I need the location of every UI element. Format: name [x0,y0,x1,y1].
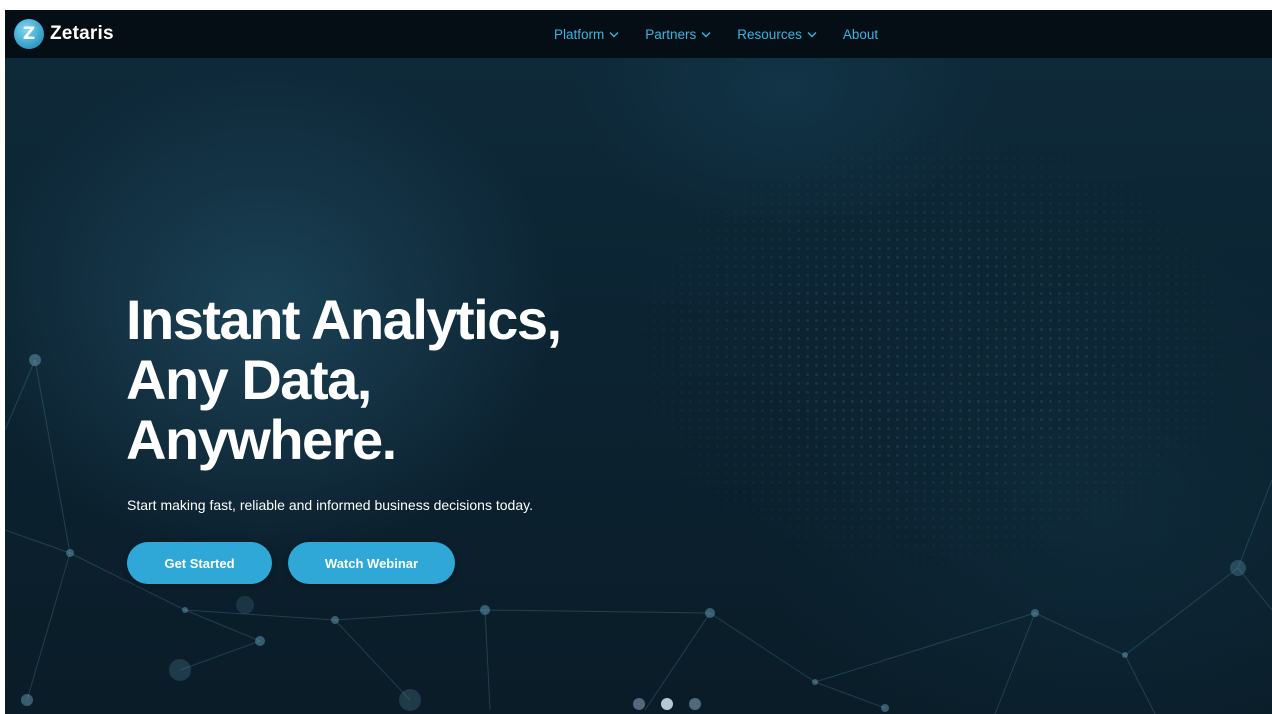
carousel-dot-1[interactable] [633,698,645,710]
chevron-down-icon [807,31,817,37]
get-started-button[interactable]: Get Started [127,542,272,584]
watch-webinar-button[interactable]: Watch Webinar [288,542,455,584]
nav-item-platform[interactable]: Platform [554,27,619,42]
nav-item-label: About [842,26,879,42]
hero-subtitle: Start making fast, reliable and informed… [127,497,533,513]
carousel-dot-3[interactable] [689,698,701,710]
nav-item-label: Resources [737,26,802,42]
nav-item-label: Partners [645,26,697,42]
headline-line-1: Instant Analytics, [126,288,562,351]
headline-line-3: Anywhere. [126,408,397,471]
headline-line-2: Any Data, [126,348,372,411]
nav-item-about[interactable]: About [843,27,878,42]
hero-headline: Instant Analytics, Any Data, Anywhere. [126,288,562,471]
nav-item-resources[interactable]: Resources [737,27,817,42]
top-navbar: Z Zetaris Platform Partners Resources Ab… [5,10,1272,58]
nav-item-partners[interactable]: Partners [645,27,711,42]
chevron-down-icon [609,31,619,37]
main-nav: Platform Partners Resources About [554,10,878,58]
brand-name: Zetaris [50,23,114,44]
zetaris-logo-icon: Z [14,19,44,49]
nav-item-label: Platform [554,26,605,42]
chevron-down-icon [701,31,711,37]
hero-section: Z Zetaris Platform Partners Resources Ab… [5,10,1272,714]
carousel-pager [633,698,701,710]
carousel-dot-2[interactable] [661,698,673,710]
brand-logo[interactable]: Z Zetaris [14,19,114,49]
